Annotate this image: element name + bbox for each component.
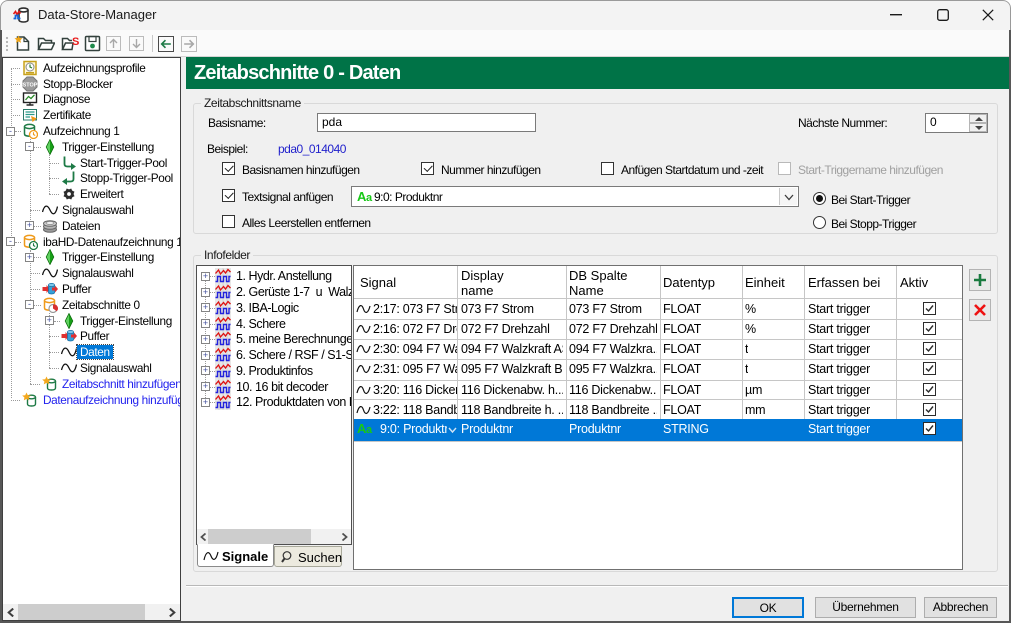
svg-text:a: a xyxy=(366,424,373,435)
svg-text:S: S xyxy=(72,36,79,48)
svg-text:STOP: STOP xyxy=(23,82,38,88)
svg-text:a: a xyxy=(366,192,373,203)
